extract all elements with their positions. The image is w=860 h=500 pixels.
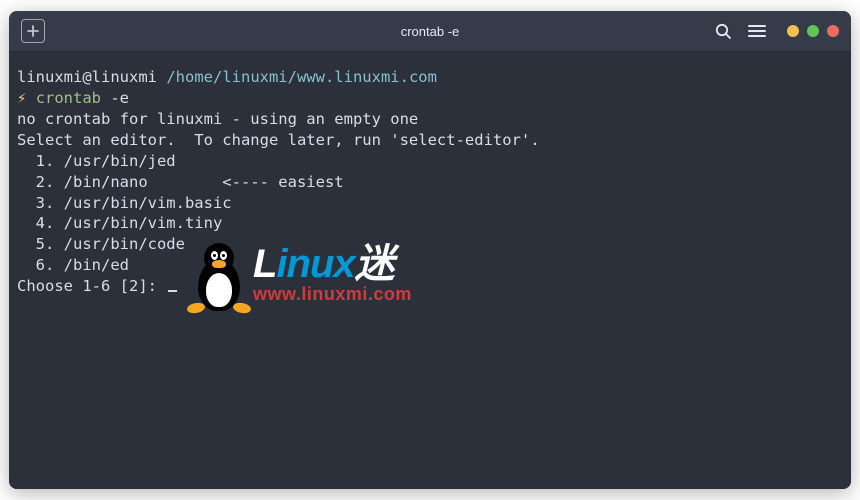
user-host: linuxmi@linuxmi [17,68,157,86]
editor-option: 4. /usr/bin/vim.tiny [17,213,843,234]
bolt-icon: ⚡ [17,89,26,107]
search-icon [714,22,732,40]
minimize-button[interactable] [787,25,799,37]
output-line: Select an editor. To change later, run '… [17,130,843,151]
plus-icon [26,24,40,38]
prompt-line-2: ⚡ crontab -e [17,88,843,109]
choose-prompt: Choose 1-6 [2]: [17,276,843,297]
titlebar-left [21,19,45,43]
editor-option: 2. /bin/nano <---- easiest [17,172,843,193]
terminal-body[interactable]: linuxmi@linuxmi /home/linuxmi/www.linuxm… [9,51,851,489]
output-line: no crontab for linuxmi - using an empty … [17,109,843,130]
titlebar: crontab -e [9,11,851,51]
menu-button[interactable] [747,21,767,41]
command-arg: -e [101,89,129,107]
editor-option: 5. /usr/bin/code [17,234,843,255]
editor-option: 6. /bin/ed [17,255,843,276]
hamburger-icon [748,24,766,38]
choose-text: Choose 1-6 [2]: [17,277,166,295]
titlebar-right [713,21,839,41]
maximize-button[interactable] [807,25,819,37]
editor-option: 3. /usr/bin/vim.basic [17,193,843,214]
window-controls [787,25,839,37]
prompt-line-1: linuxmi@linuxmi /home/linuxmi/www.linuxm… [17,67,843,88]
new-tab-button[interactable] [21,19,45,43]
command: crontab [36,89,101,107]
terminal-window: crontab -e linuxmi@linuxmi /home/linuxmi… [9,11,851,489]
search-button[interactable] [713,21,733,41]
cursor [168,290,177,292]
cwd: /home/linuxmi/www.linuxmi.com [166,68,437,86]
window-title: crontab -e [401,24,460,39]
close-button[interactable] [827,25,839,37]
editor-option: 1. /usr/bin/jed [17,151,843,172]
